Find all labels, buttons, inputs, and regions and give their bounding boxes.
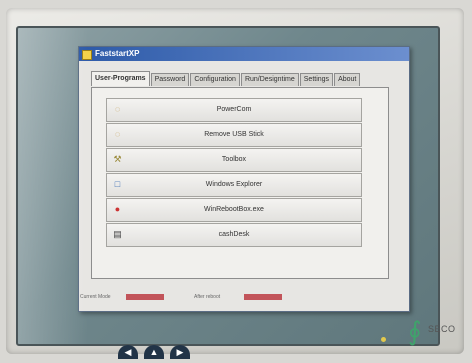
hardware-button-1[interactable]: ◀ — [118, 345, 138, 359]
seco-logo-mark: ∮ — [408, 316, 422, 346]
tab-bar: User-Programs Password Configuration Run… — [91, 71, 361, 87]
program-label: WinRebootBox.exe — [204, 206, 264, 213]
program-powercom-button[interactable]: ◌ PowerCom — [106, 98, 362, 122]
programs-panel: ◌ PowerCom ◌ Remove USB Stick ⚒ Toolbox … — [91, 87, 389, 279]
tab-settings[interactable]: Settings — [299, 73, 334, 86]
current-mode-indicator — [126, 294, 164, 300]
tab-user-programs[interactable]: User-Programs — [91, 71, 150, 86]
program-remove-usb-button[interactable]: ◌ Remove USB Stick — [106, 123, 362, 147]
program-toolbox-button[interactable]: ⚒ Toolbox — [106, 148, 362, 172]
after-reboot-label: After reboot — [194, 294, 221, 300]
program-list: ◌ PowerCom ◌ Remove USB Stick ⚒ Toolbox … — [106, 98, 362, 248]
program-label: Windows Explorer — [205, 181, 263, 188]
window-title: FaststartXP — [95, 49, 140, 58]
screen: FaststartXP User-Programs Password Confi… — [16, 26, 440, 346]
after-reboot-indicator — [244, 294, 282, 300]
window-titlebar[interactable]: FaststartXP — [79, 47, 409, 61]
hardware-button-3[interactable]: ▶ — [170, 345, 190, 359]
power-led — [381, 337, 386, 342]
seco-logo-text: SECO — [428, 324, 456, 334]
app-icon — [82, 50, 92, 60]
current-mode-label: Current Mode — [80, 294, 111, 300]
seco-logo: ∮ SECO — [404, 316, 464, 352]
program-windows-explorer-button[interactable]: □ Windows Explorer — [106, 173, 362, 197]
hardware-button-2[interactable]: ▲ — [144, 345, 164, 359]
tab-about[interactable]: About — [334, 73, 361, 86]
tab-password[interactable]: Password — [150, 73, 190, 86]
program-label: Toolbox — [221, 156, 247, 163]
program-label: cashDesk — [218, 231, 250, 238]
program-label: Remove USB Stick — [204, 131, 264, 138]
tab-configuration[interactable]: Configuration — [190, 73, 240, 86]
status-bar: Current Mode After reboot — [78, 292, 374, 302]
program-winrebootbox-button[interactable]: ● WinRebootBox.exe — [106, 198, 362, 222]
program-cashdesk-button[interactable]: ▤ cashDesk — [106, 223, 362, 247]
tab-run-designtime[interactable]: Run/Designtime — [240, 73, 299, 86]
program-label: PowerCom — [216, 106, 252, 113]
